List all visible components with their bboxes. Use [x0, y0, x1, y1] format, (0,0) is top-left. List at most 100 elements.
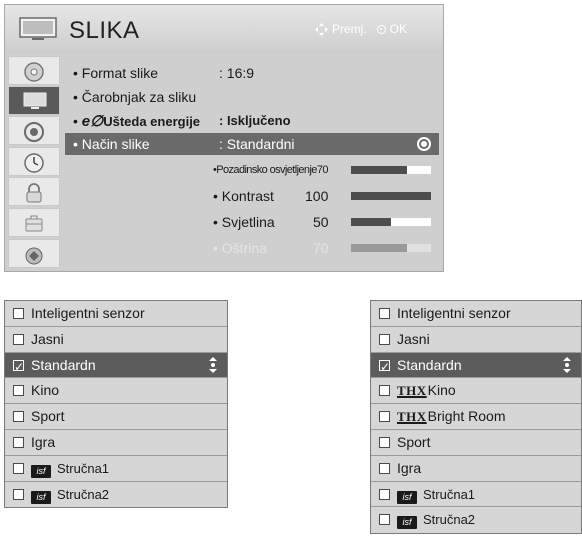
checkbox[interactable]: [13, 462, 24, 474]
list-item-label: Igra: [397, 459, 422, 476]
hint-ok-label: OK: [389, 22, 408, 36]
slider-label: Oštrina: [221, 240, 267, 256]
speaker-icon: [24, 122, 44, 142]
slider-label: Pozadinsko osvjetljenje: [216, 164, 317, 176]
list-item[interactable]: THXKino: [371, 378, 581, 405]
list-item[interactable]: Kino: [5, 378, 227, 405]
list-item-label: Inteligentni senzor: [31, 305, 145, 321]
checkbox[interactable]: [13, 436, 24, 448]
list-item-label: Stručna1: [57, 460, 110, 476]
picture-menu: SLIKA Premj. OK • Format slike: 16:9 • …: [4, 4, 444, 272]
checkbox[interactable]: [13, 385, 24, 397]
checkbox[interactable]: [379, 488, 390, 500]
menu-item-label: Ušteda energije: [103, 114, 201, 129]
list-item-label: Standardn: [31, 356, 96, 373]
list-item-label: Stručna2: [57, 486, 110, 502]
list-item[interactable]: THXBright Room: [371, 404, 581, 430]
list-item-label: Jasni: [31, 330, 64, 347]
checkbox[interactable]: [13, 308, 24, 319]
list-item[interactable]: isf Stručna2: [371, 507, 581, 533]
sidebar-option[interactable]: [8, 208, 60, 237]
list-item-label: Kino: [427, 382, 456, 399]
checkbox[interactable]: [379, 411, 390, 423]
ok-select-icon: [417, 137, 431, 151]
list-item[interactable]: isf Stručna1: [5, 456, 227, 482]
isf-logo-icon: isf: [397, 516, 417, 530]
sidebar-lock[interactable]: [8, 177, 60, 206]
slider-fill: [351, 244, 407, 252]
slider-value: 70: [316, 164, 329, 176]
slider-fill: [351, 192, 431, 200]
sidebar-audio[interactable]: [8, 116, 60, 145]
isf-logo-icon: isf: [397, 490, 417, 504]
picture-mode-list-left: Inteligentni senzor Jasni Standardn Kino…: [4, 300, 228, 508]
list-item[interactable]: Jasni: [5, 327, 227, 353]
checkbox[interactable]: [13, 411, 24, 423]
list-item-selected[interactable]: Standardn: [5, 352, 227, 380]
checkbox-checked[interactable]: [13, 355, 24, 380]
checkbox[interactable]: [13, 333, 24, 345]
checkbox[interactable]: [379, 385, 390, 397]
slider-contrast[interactable]: • Kontrast 100: [65, 185, 439, 207]
list-item[interactable]: Igra: [371, 456, 581, 482]
slider-fill: [351, 218, 391, 226]
checkbox[interactable]: [379, 436, 390, 448]
slider-track: [351, 218, 431, 226]
list-item[interactable]: Sport: [5, 404, 227, 430]
hint-move-label: Premj.: [332, 22, 367, 36]
checkbox[interactable]: [379, 462, 390, 474]
slider-brightness[interactable]: • Svjetlina 50: [65, 211, 439, 233]
menu-item-label: Čarobnjak za sliku: [81, 89, 197, 105]
slider-track: [351, 166, 431, 174]
eco-icon: e∅: [81, 113, 104, 130]
up-down-arrows-icon: [563, 356, 571, 373]
lock-icon: [26, 183, 42, 203]
sidebar-time[interactable]: [8, 147, 60, 176]
checkbox[interactable]: [379, 308, 390, 319]
list-item[interactable]: Igra: [5, 430, 227, 456]
menu-item-label: Način slike: [81, 136, 150, 152]
page-title: SLIKA: [69, 17, 140, 44]
list-item-label: Stručna1: [423, 486, 476, 502]
menu-header: SLIKA Premj. OK: [5, 5, 443, 54]
picture-settings-list: • Format slike : 16:9 • Čarobnjak za sli…: [65, 56, 439, 270]
isf-logo-icon: isf: [31, 490, 51, 504]
settings-case-icon: [25, 215, 43, 232]
slider-fill: [351, 166, 407, 174]
isf-logo-icon: isf: [31, 464, 51, 478]
list-item[interactable]: Inteligentni senzor: [371, 301, 581, 327]
menu-item-picture-wizard[interactable]: • Čarobnjak za sliku: [65, 86, 439, 108]
picture-mode-list-right: Inteligentni senzor Jasni Standardn THXK…: [370, 300, 582, 534]
clock-icon: [24, 153, 44, 173]
menu-item-aspect-ratio[interactable]: • Format slike : 16:9: [65, 62, 439, 84]
menu-item-value: : 16:9: [219, 65, 255, 81]
checkbox[interactable]: [13, 488, 24, 500]
tv-icon: [23, 92, 47, 109]
sidebar-disc[interactable]: [8, 56, 60, 85]
checkbox[interactable]: [379, 514, 390, 526]
menu-item-picture-mode[interactable]: • Način slike : Standardni: [65, 133, 439, 155]
menu-item-energy-saving[interactable]: • e∅Ušteda energije : Isključeno: [65, 110, 439, 132]
slider-track: [351, 192, 431, 200]
slider-value: 70: [313, 240, 329, 256]
thx-logo-icon: THX: [397, 409, 427, 425]
list-item-label: Igra: [31, 433, 56, 450]
disc-icon: [24, 62, 44, 82]
sidebar-picture[interactable]: [8, 86, 60, 115]
list-item[interactable]: isf Stručna1: [371, 482, 581, 508]
menu-item-value: : Isključeno: [219, 113, 291, 128]
list-item[interactable]: Inteligentni senzor: [5, 301, 227, 327]
sidebar-usb[interactable]: [8, 239, 60, 268]
list-item-selected[interactable]: Standardn: [371, 352, 581, 380]
list-item[interactable]: isf Stručna2: [5, 482, 227, 508]
slider-backlight[interactable]: •Pozadinsko osvjetljenje70: [65, 159, 439, 181]
list-item-label: Sport: [31, 408, 65, 425]
checkbox-checked[interactable]: [379, 355, 390, 380]
slider-sharpness[interactable]: • Oštrina 70: [65, 237, 439, 259]
up-down-arrows-icon: [209, 356, 217, 373]
list-item[interactable]: Jasni: [371, 327, 581, 353]
category-sidebar: [8, 56, 60, 270]
list-item-label: Stručna2: [423, 512, 476, 528]
checkbox[interactable]: [379, 333, 390, 345]
list-item[interactable]: Sport: [371, 430, 581, 456]
